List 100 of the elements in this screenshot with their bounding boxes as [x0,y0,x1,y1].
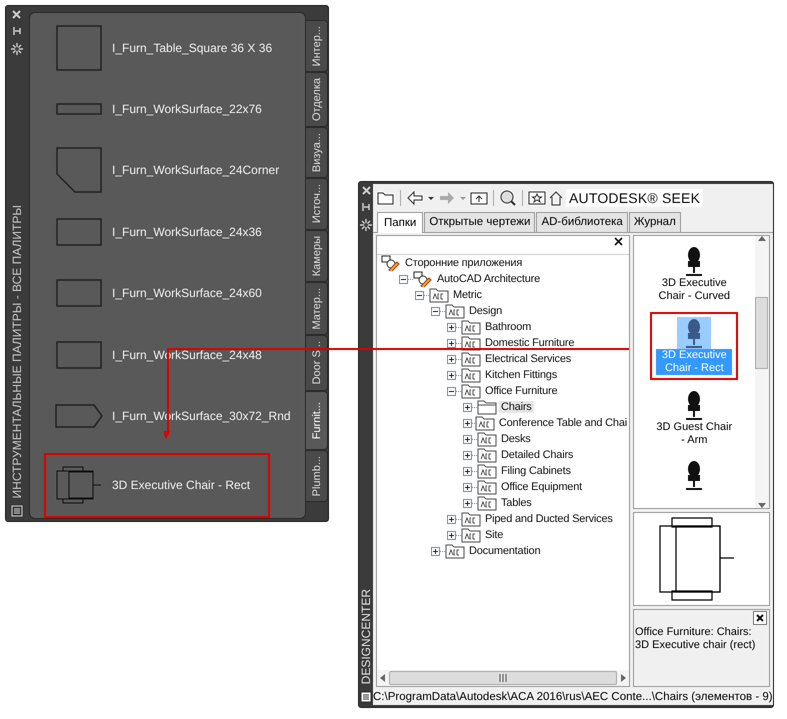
palette-title: ИНСТРУМЕНТАЛЬНЫЕ ПАЛИТРЫ - ВСЕ ПАЛИТРЫ [10,204,24,498]
tree-item[interactable]: Office Equipment [499,481,584,493]
seek-link[interactable]: AUTODESK® SEEK [566,189,704,207]
vertical-scrollbar[interactable] [754,236,769,508]
tree-item[interactable]: Filing Cabinets [499,465,573,477]
palette-tab[interactable]: Камеры [306,230,328,282]
designcenter-tab[interactable]: Журнал [628,212,681,232]
palette-tab[interactable]: Визуа... [306,127,328,178]
folder-icon[interactable] [377,190,395,206]
expander-icon[interactable] [463,450,472,460]
table-shape-icon [56,103,102,116]
star-folder-icon[interactable] [528,190,546,206]
close-icon[interactable] [752,611,767,625]
tree-item[interactable]: Kitchen Fittings [483,369,560,381]
tree-item[interactable]: Office Furniture [483,385,560,397]
expander-icon[interactable] [447,386,456,396]
tree-item[interactable]: Documentation [467,545,542,557]
tree-item[interactable]: Electrical Services [483,353,574,365]
palette-tool[interactable]: I_Furn_WorkSurface_24x60 [50,268,266,318]
horizontal-scrollbar[interactable] [377,670,629,686]
tree-item[interactable]: Metric [451,289,484,301]
aec-folder-icon [477,431,497,447]
expander-icon[interactable] [399,274,408,284]
aec-folder-icon [461,383,481,399]
palette-tab[interactable]: Источ... [306,178,328,230]
aec-folder-icon [461,367,481,383]
pin-icon[interactable] [12,26,22,36]
scroll-left-icon[interactable] [380,674,385,682]
palette-tab[interactable]: Plumb... [306,450,328,502]
aec-folder-icon [445,543,465,559]
expander-icon[interactable] [463,482,472,492]
expander-icon[interactable] [447,322,456,332]
back-arrow-icon[interactable] [406,190,424,206]
expander-icon[interactable] [431,546,440,556]
aec-folder-icon [429,287,449,303]
content-item-label[interactable]: 3D Executive Chair - Curved [656,277,732,303]
palette-tool[interactable]: I_Furn_WorkSurface_22x76 [50,84,266,134]
expander-icon[interactable] [447,338,456,348]
tree-item[interactable]: Domestic Furniture [483,337,576,349]
scroll-thumb[interactable] [755,297,768,369]
table-shape-icon [56,218,102,246]
home-icon[interactable] [549,190,563,206]
designcenter-tab[interactable]: Папки [377,212,424,233]
palette-tab[interactable]: Furnit... [306,390,328,450]
expander-icon[interactable] [463,498,472,508]
tree-item[interactable]: Сторонние приложения [403,257,524,269]
description-text: Office Furniture: Chairs: 3D Executive chair (rect) [634,626,756,652]
scroll-right-icon[interactable] [621,674,626,682]
expander-icon[interactable] [447,530,456,540]
palette-tool[interactable]: I_Furn_WorkSurface_24Corner [50,146,284,196]
expander-icon[interactable] [415,290,424,300]
expander-icon[interactable] [463,418,472,428]
content-item-label[interactable]: 3D Guest Chair - Arm [656,421,732,447]
designcenter-tab[interactable]: AD-библиотека [536,212,628,232]
tree-item[interactable]: Conference Table and Chai [496,417,629,429]
tree-item[interactable]: Piped and Ducted Services [483,513,615,525]
table-shape-icon [56,147,102,194]
table-shape-icon [56,340,102,369]
expander-icon[interactable] [447,370,456,380]
pin-icon[interactable] [361,202,371,212]
palette-tab[interactable]: Матер... [306,282,328,336]
grip-icon[interactable] [498,674,508,682]
folder-icon [477,399,497,415]
expander-icon[interactable] [463,434,472,444]
expander-icon[interactable] [463,402,472,412]
designcenter-tab[interactable]: Открытые чертежи [424,212,536,232]
designcenter-title: DESIGNCENTER [359,588,373,684]
expander-icon[interactable] [447,514,456,524]
tree-item[interactable]: Design [467,305,504,317]
properties-icon[interactable] [360,691,372,703]
expander-icon[interactable] [431,306,440,316]
tree-item[interactable]: Tables [499,497,534,509]
tree-item[interactable]: AutoCAD Architecture [435,273,542,285]
chair-plan-icon [56,466,102,504]
expander-icon[interactable] [447,354,456,364]
expander-icon[interactable] [463,466,472,476]
tree-item[interactable]: Chairs [499,401,534,413]
close-icon[interactable] [614,237,623,246]
aec-folder-icon [461,527,481,543]
tree-item[interactable]: Bathroom [483,321,534,333]
aec-folder-icon [445,303,465,319]
table-shape-icon [56,279,102,308]
scroll-down-icon[interactable] [758,503,766,508]
tree-item[interactable]: Detailed Chairs [499,449,576,461]
aec-folder-icon [461,511,481,527]
tree-item[interactable]: Site [483,529,506,541]
scroll-up-icon[interactable] [758,236,766,241]
palette-tab[interactable]: Отделка [306,72,328,128]
palette-tool[interactable]: I_Furn_Table_Square 36 X 36 [50,23,276,72]
aec-folder-icon [477,479,497,495]
palette-tool[interactable]: 3D Executive Chair - Rect [44,452,270,518]
settings-icon[interactable] [360,219,372,231]
aec-folder-icon [477,463,497,479]
search-icon[interactable] [499,190,517,206]
settings-icon[interactable] [10,43,22,55]
status-bar-path: C:\ProgramData\Autodesk\ACA 2016\rus\AEC Conte...\Chairs (элементов - 9) [373,690,773,705]
tree-item[interactable]: Desks [499,433,533,445]
palette-tab[interactable]: Интер... [306,20,328,72]
up-folder-icon[interactable] [470,190,488,206]
palette-tool[interactable]: I_Furn_WorkSurface_24x36 [50,207,266,256]
